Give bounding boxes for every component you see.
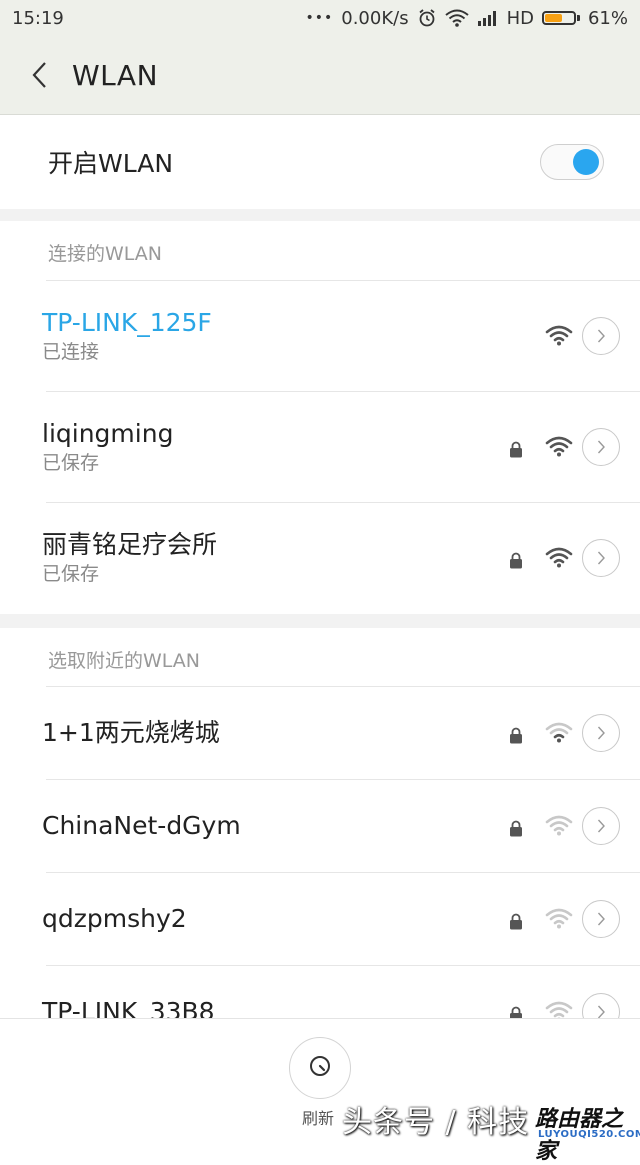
chevron-right-icon [596,725,606,741]
lock-icon [508,552,524,569]
wifi-network-row[interactable]: 1+1两元烧烤城 [0,687,640,779]
wifi-signal-icon [544,721,574,743]
lock-icon [508,441,524,458]
wifi-signal-icon [544,435,574,457]
wlan-toggle-label: 开启WLAN [48,149,174,178]
network-detail-button[interactable] [582,714,620,752]
network-detail-button[interactable] [582,807,620,845]
chevron-right-icon [596,328,606,344]
wlan-toggle-row: 开启WLAN [0,115,640,209]
refresh-label: 刷新 [302,1109,335,1128]
section-divider [0,209,640,221]
wifi-network-row[interactable]: TP-LINK_125F 已连接 [0,281,640,391]
network-detail-button[interactable] [582,900,620,938]
app-bar: WLAN [0,36,640,115]
chevron-right-icon [596,439,606,455]
wifi-signal-icon [544,546,574,568]
notification-dots: ••• [305,10,334,26]
wifi-signal-icon [544,324,574,346]
connected-section-header: 连接的WLAN [48,243,163,265]
network-type: HD [506,7,534,29]
nearby-section-header: 选取附近的WLAN [48,650,201,672]
alarm-icon [417,8,437,28]
bottom-bar: 刷新 头条号 / 科技 路由器之家 LUYOUQI520.COM [0,1018,640,1164]
wifi-network-row[interactable]: ChinaNet-dGym [0,780,640,872]
lock-icon [508,913,524,930]
chevron-right-icon [596,818,606,834]
section-divider [0,614,640,628]
watermark-text: 头条号 / 科技 [342,1105,530,1140]
watermark-url: LUYOUQI520.COM [538,1129,640,1140]
status-bar: 15:19 ••• 0.00K/s HD 61% [0,0,640,36]
wifi-signal-icon [544,907,574,929]
battery-percent: 61% [587,7,628,29]
refresh-icon [306,1052,334,1084]
chevron-right-icon [596,911,606,927]
status-time: 15:19 [12,7,64,29]
page-title: WLAN [72,58,159,92]
wifi-network-row[interactable]: liqingming 已保存 [0,392,640,502]
network-speed: 0.00K/s [341,7,409,29]
wifi-signal-icon [544,814,574,836]
refresh-button[interactable] [289,1037,351,1099]
lock-icon [508,727,524,744]
network-detail-button[interactable] [582,539,620,577]
status-wifi-icon [444,9,469,27]
wifi-network-row[interactable]: qdzpmshy2 [0,873,640,965]
wlan-switch[interactable] [540,144,604,180]
network-detail-button[interactable] [582,428,620,466]
chevron-right-icon [596,550,606,566]
wifi-network-row[interactable]: 丽青铭足疗会所 已保存 [0,503,640,613]
switch-knob [573,149,599,175]
status-icons: ••• 0.00K/s HD 61% [305,8,628,29]
cell-signal-icon [477,10,499,26]
network-detail-button[interactable] [582,317,620,355]
lock-icon [508,820,524,837]
battery-icon [541,11,580,25]
chevron-left-icon[interactable] [20,55,60,95]
